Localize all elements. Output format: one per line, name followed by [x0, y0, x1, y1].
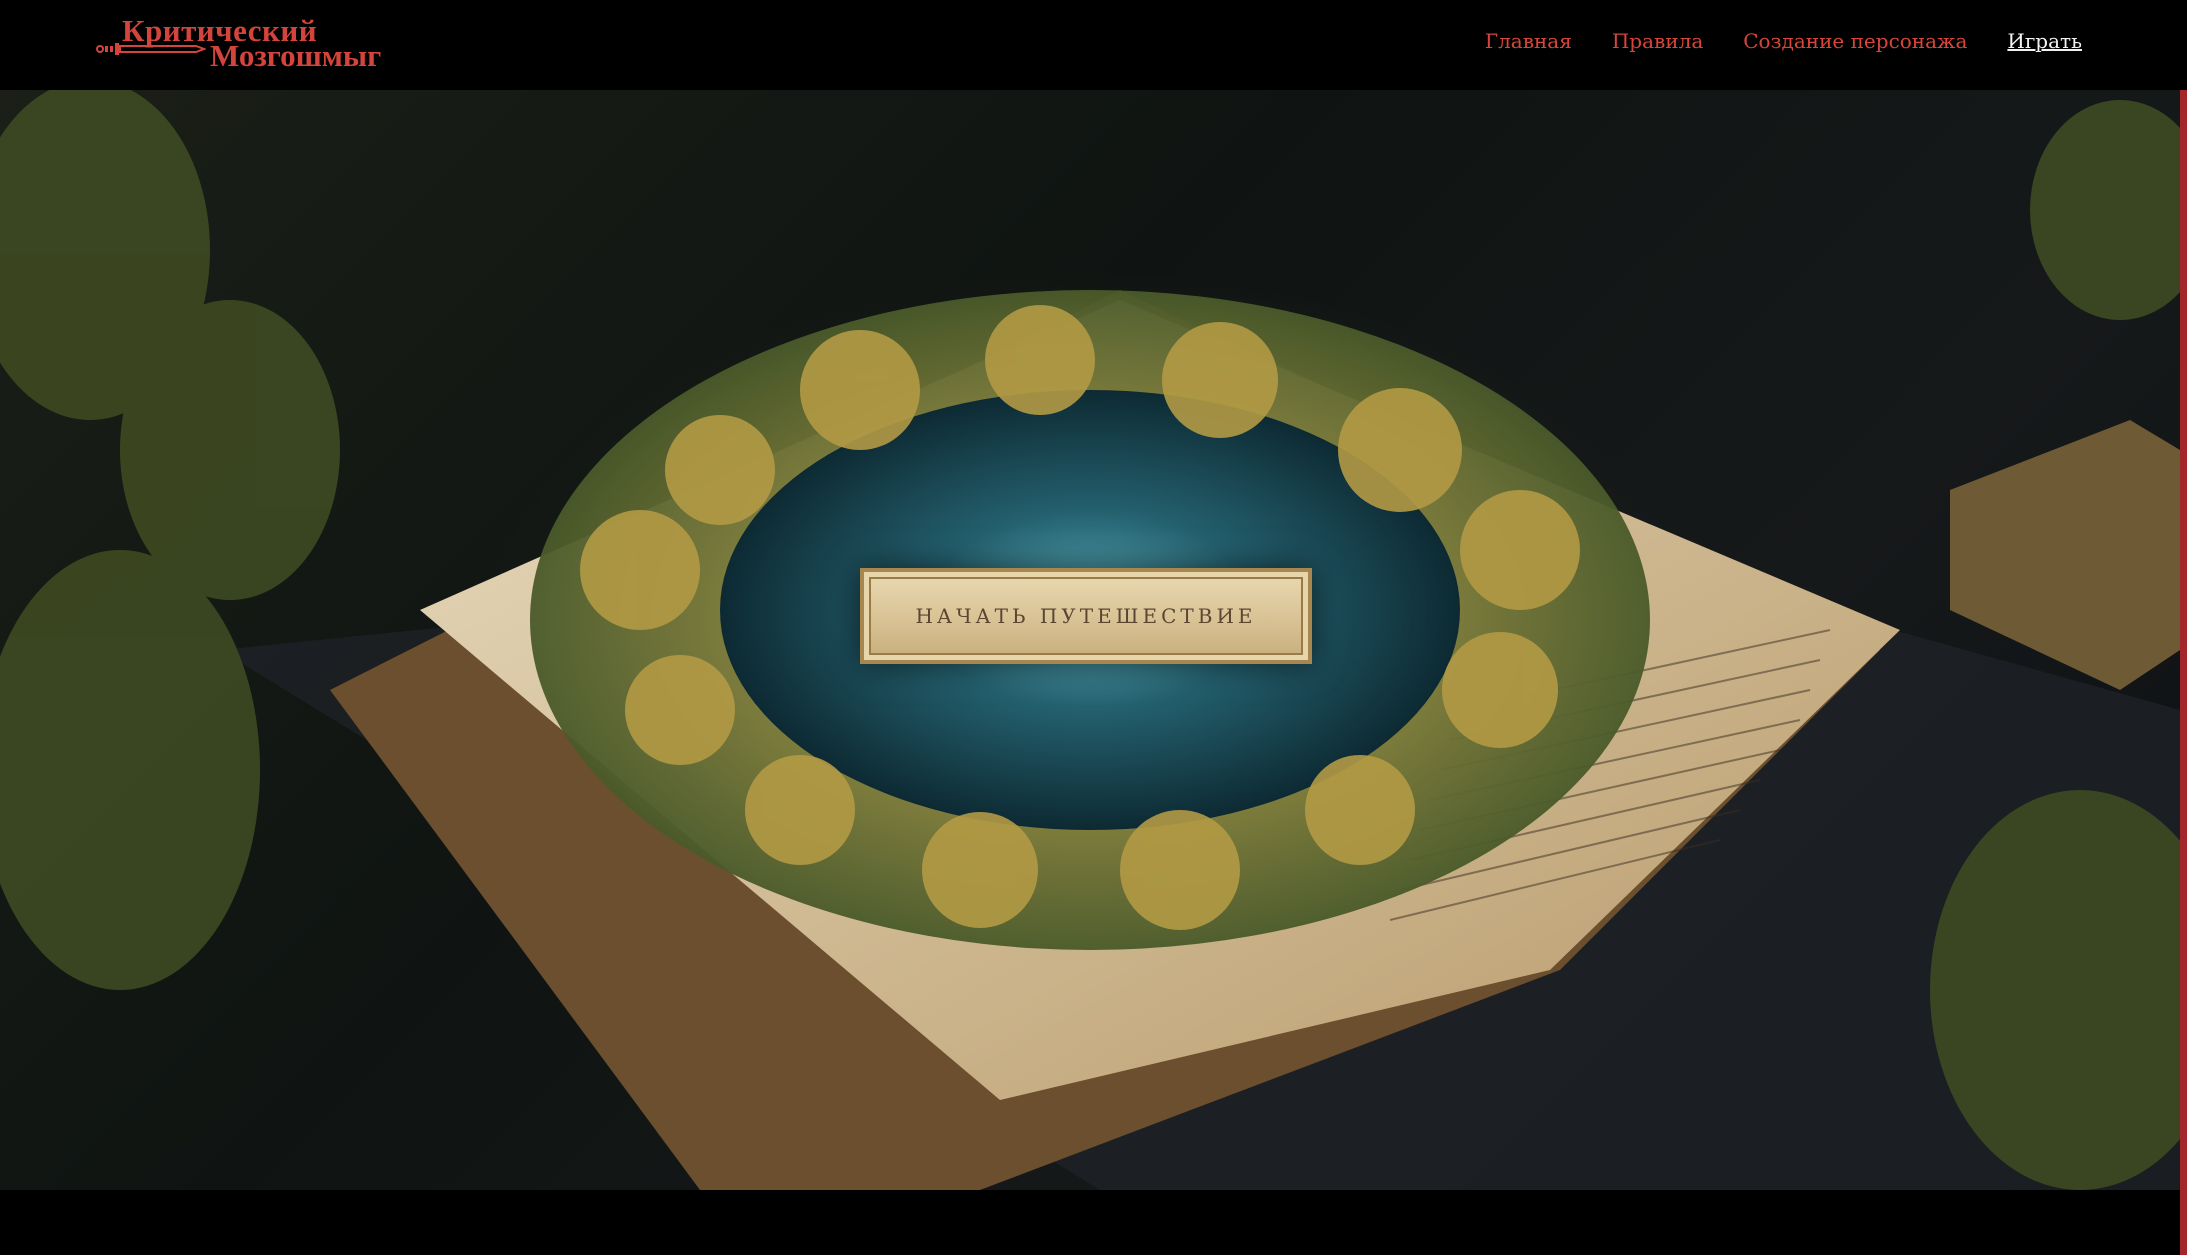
site-logo[interactable]: Критический Мозгошмыг — [96, 12, 396, 74]
main-nav: Главная Правила Создание персонажа Играт… — [1485, 26, 2082, 56]
nav-link-rules[interactable]: Правила — [1612, 26, 1703, 56]
nav-link-home[interactable]: Главная — [1485, 26, 1572, 56]
sword-icon — [96, 43, 206, 55]
start-journey-label: НАЧАТЬ ПУТЕШЕСТВИЕ — [915, 604, 1257, 628]
start-journey-button[interactable]: НАЧАТЬ ПУТЕШЕСТВИЕ — [860, 568, 1312, 664]
top-navigation-bar: Критический Мозгошмыг Главная Правила Со… — [0, 0, 2187, 90]
logo-title-line2: Мозгошмыг — [210, 38, 382, 73]
nav-link-play[interactable]: Играть — [2007, 26, 2082, 56]
hero-banner: НАЧАТЬ ПУТЕШЕСТВИЕ — [0, 90, 2180, 1190]
nav-link-character-creation[interactable]: Создание персонажа — [1743, 26, 1967, 56]
scrollbar[interactable] — [2180, 90, 2187, 1255]
